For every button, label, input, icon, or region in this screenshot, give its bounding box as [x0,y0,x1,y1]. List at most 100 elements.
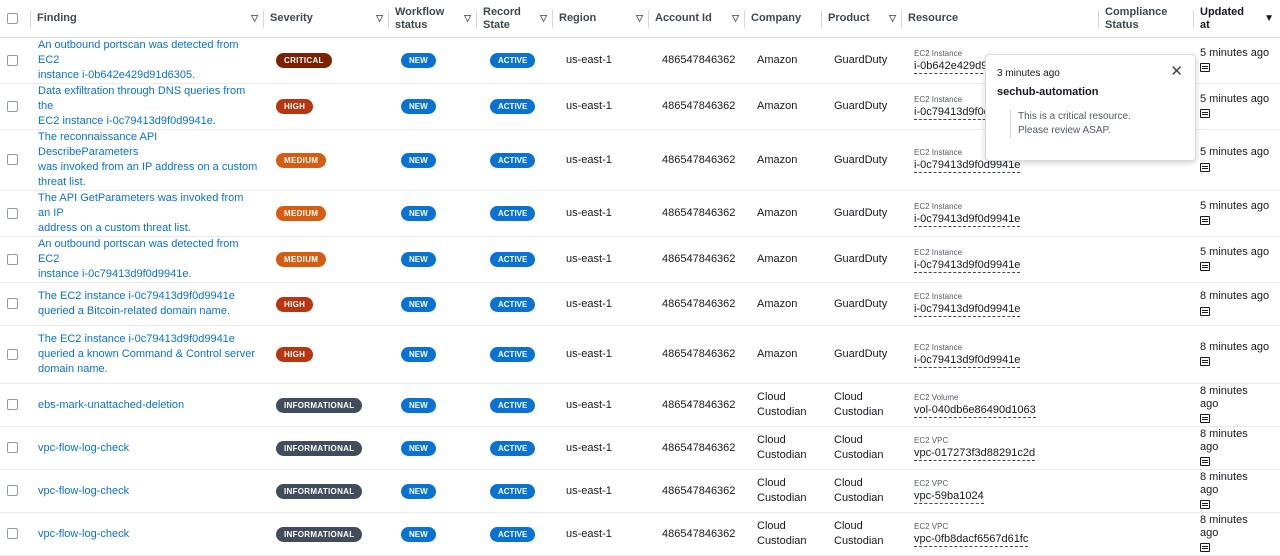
row-checkbox[interactable] [7,348,18,360]
note-icon[interactable] [1200,543,1210,553]
finding-link[interactable]: An outbound portscan was detected from E… [38,39,239,81]
finding-link[interactable]: vpc-flow-log-check [38,485,129,497]
table-row[interactable]: vpc-flow-log-check INFORMATIONAL NEW ACT… [0,426,1280,470]
note-icon[interactable] [1200,414,1210,424]
finding-link[interactable]: The API GetParameters was invoked from a… [38,192,243,234]
column-compliance-status[interactable]: Compliance Status [1099,0,1194,38]
close-icon[interactable]: ✕ [1170,64,1183,80]
product-cell: GuardDuty [822,325,902,384]
account-id-cell: 486547846362 [649,469,745,513]
column-workflow-status[interactable]: Workflow status ▽ [389,0,477,38]
updated-at-cell: 5 minutes ago [1194,190,1280,237]
table-row[interactable]: vpc-flow-log-check INFORMATIONAL NEW ACT… [0,469,1280,513]
column-updated-at[interactable]: Updated at ▼ [1194,0,1280,38]
finding-link[interactable]: vpc-flow-log-check [38,442,129,454]
column-company[interactable]: Company [745,0,822,38]
select-all-checkbox[interactable] [7,12,18,24]
product-cell: Cloud Custodian [822,426,902,470]
finding-cell: vpc-flow-log-check [31,426,264,470]
note-icon[interactable] [1200,63,1210,73]
filter-caret-icon[interactable]: ▽ [540,12,547,25]
resource-id[interactable]: i-0c79413d9f0d9941e [914,259,1021,273]
row-checkbox[interactable] [7,207,18,219]
company-cell: Amazon [745,83,822,130]
column-product[interactable]: Product ▽ [822,0,902,38]
resource-id[interactable]: vol-040db6e86490d1063 [914,404,1036,418]
note-icon[interactable] [1200,306,1210,316]
region-cell: us-east-1 [553,129,649,191]
filter-caret-icon[interactable]: ▽ [464,12,471,25]
record-state-badge: ACTIVE [490,252,536,267]
resource-id[interactable]: i-0c79413d9f0d9941e [914,159,1021,173]
note-icon[interactable] [1200,457,1210,467]
column-account-id[interactable]: Account Id ▽ [649,0,745,38]
region-cell: us-east-1 [553,426,649,470]
product-cell: Cloud Custodian [822,383,902,427]
severity-badge: MEDIUM [276,252,327,267]
finding-link[interactable]: The EC2 instance i-0c79413d9f0d9941e quer… [38,290,235,317]
table-row[interactable]: The EC2 instance i-0c79413d9f0d9941e quer… [0,325,1280,384]
finding-link[interactable]: The EC2 instance i-0c79413d9f0d9941e quer… [38,333,255,375]
note-icon[interactable] [1200,109,1210,119]
sort-descending-icon[interactable]: ▼ [1264,12,1274,25]
severity-cell: HIGH [264,282,389,326]
record-state-cell: ACTIVE [477,426,553,470]
column-record-state[interactable]: Record State ▽ [477,0,553,38]
resource-id[interactable]: i-0c79413d9f0d9941e [914,303,1021,317]
table-row[interactable]: vpc-flow-log-check INFORMATIONAL NEW ACT… [0,512,1280,556]
note-icon[interactable] [1200,216,1210,226]
compliance-status-cell [1099,236,1194,283]
note-icon[interactable] [1200,357,1210,367]
finding-link[interactable]: An outbound portscan was detected from E… [38,238,239,280]
row-checkbox[interactable] [7,298,18,310]
row-checkbox[interactable] [7,399,18,411]
resource-id[interactable]: vpc-017273f3d88291c2d [914,447,1036,461]
note-icon[interactable] [1200,262,1210,272]
compliance-status-cell [1099,469,1194,513]
table-row[interactable]: The EC2 instance i-0c79413d9f0d9941e quer… [0,282,1280,326]
filter-caret-icon[interactable]: ▽ [889,12,896,25]
account-id-cell: 486547846362 [649,426,745,470]
table-row[interactable]: An outbound portscan was detected from E… [0,236,1280,283]
resource-type: EC2 Instance [914,247,963,257]
table-row[interactable]: The API GetParameters was invoked from a… [0,190,1280,237]
row-checkbox[interactable] [7,100,18,112]
row-checkbox[interactable] [7,442,18,454]
resource-id[interactable]: i-0c79413d9f0d9941e [914,213,1021,227]
filter-caret-icon[interactable]: ▽ [251,12,258,25]
compliance-status-cell [1099,383,1194,427]
resource-type: EC2 Volume [914,393,959,402]
region-cell: us-east-1 [553,83,649,130]
workflow-status-badge: NEW [401,440,436,456]
row-checkbox[interactable] [7,54,18,66]
column-region[interactable]: Region ▽ [553,0,649,38]
table-row[interactable]: ebs-mark-unattached-deletion INFORMATION… [0,383,1280,427]
resource-type: EC2 VPC [914,522,949,531]
finding-cell: Data exfiltration through DNS queries fr… [31,83,264,130]
filter-caret-icon[interactable]: ▽ [636,12,643,25]
finding-cell: vpc-flow-log-check [31,469,264,513]
table-header-row: Finding ▽ Severity ▽ Workflow status ▽ Recor… [0,0,1280,38]
finding-link[interactable]: ebs-mark-unattached-deletion [38,399,184,411]
severity-badge: MEDIUM [276,206,327,221]
row-checkbox[interactable] [7,485,18,497]
column-finding[interactable]: Finding ▽ [31,0,264,38]
resource-id[interactable]: vpc-59ba1024 [914,490,984,504]
filter-caret-icon[interactable]: ▽ [376,12,383,25]
resource-id[interactable]: i-0c79413d9f0d9941e [914,354,1021,368]
note-icon[interactable] [1200,162,1210,172]
filter-caret-icon[interactable]: ▽ [732,12,739,25]
column-resource[interactable]: Resource [902,0,1099,38]
resource-id[interactable]: vpc-0fb8dacf6567d61fc [914,533,1029,547]
column-severity[interactable]: Severity ▽ [264,0,389,38]
note-icon[interactable] [1200,500,1210,510]
row-checkbox[interactable] [7,154,18,166]
finding-link[interactable]: Data exfiltration through DNS queries fr… [38,85,245,127]
company-cell: Amazon [745,37,822,84]
row-checkbox[interactable] [7,253,18,265]
account-id-cell: 486547846362 [649,37,745,84]
workflow-cell: NEW [389,37,477,84]
record-state-badge: ACTIVE [490,526,536,542]
severity-badge: INFORMATIONAL [276,483,363,499]
finding-link[interactable]: The reconnaissance API DescribeParameter… [38,131,257,188]
